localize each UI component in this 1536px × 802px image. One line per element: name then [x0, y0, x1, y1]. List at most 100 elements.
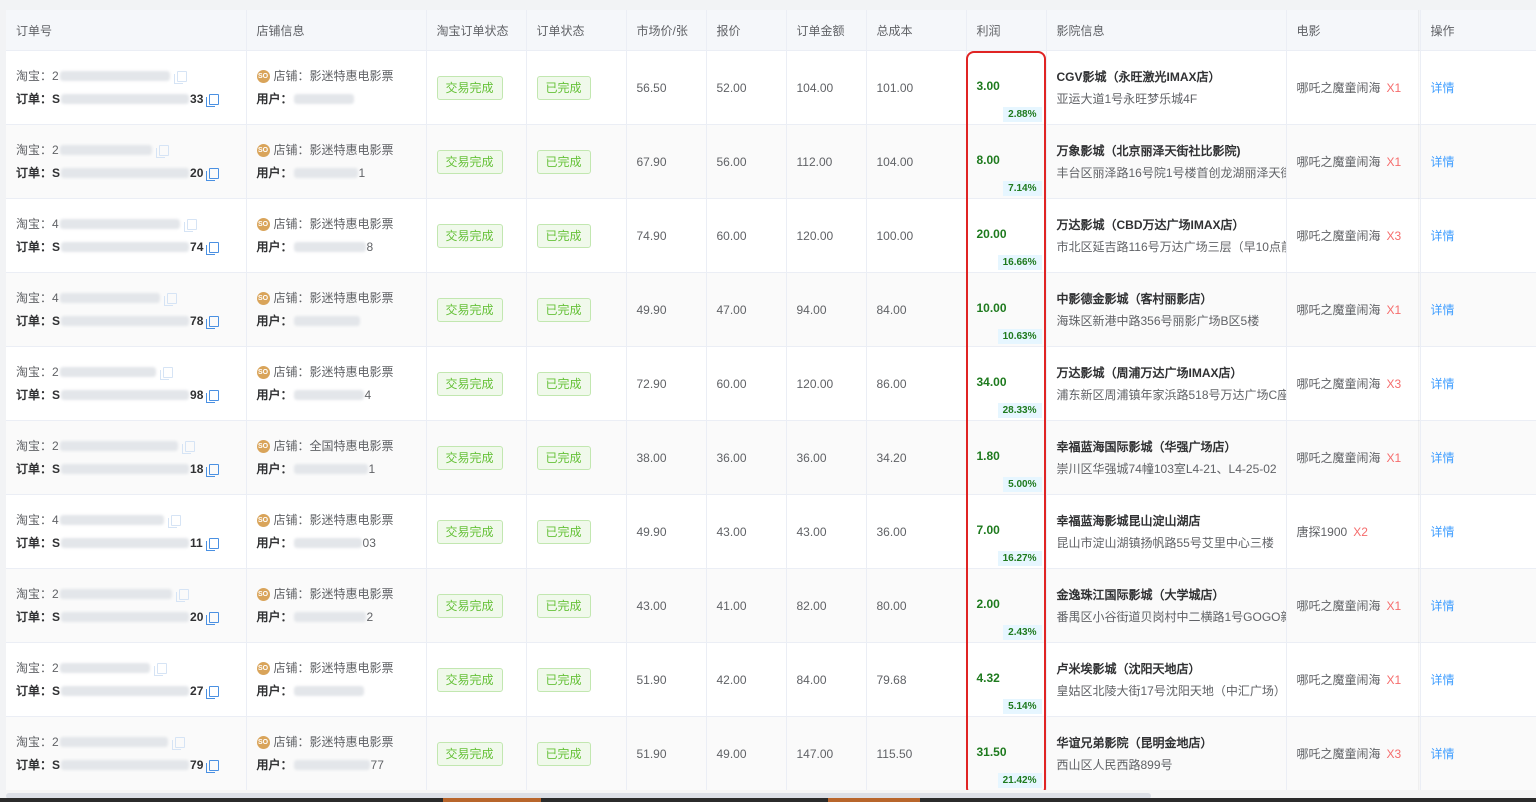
copy-icon[interactable] — [155, 144, 169, 158]
movie-cell: 哪吒之魔童闹海 X3 — [1286, 198, 1421, 273]
profit-cell: 7.00 16.27% — [966, 494, 1047, 569]
copy-icon[interactable] — [206, 315, 220, 329]
detail-link[interactable]: 详情 — [1431, 377, 1455, 391]
copy-icon[interactable] — [159, 366, 173, 380]
order-number-cell: 淘宝： 2 订单： S 79 — [6, 716, 247, 790]
detail-link[interactable]: 详情 — [1431, 451, 1455, 465]
detail-link[interactable]: 详情 — [1431, 303, 1455, 317]
order-id-tail: 98 — [190, 387, 204, 402]
order-number-cell: 淘宝： 4 订单： S 78 — [6, 272, 247, 347]
order-amount-cell: 84.00 — [786, 642, 867, 717]
copy-icon[interactable] — [206, 685, 220, 699]
cinema-address: 浦东新区周浦镇年家浜路518号万达广场C座 — [1056, 387, 1286, 402]
redacted-value — [59, 515, 164, 525]
user-id-tail: 4 — [364, 387, 372, 402]
shop-label: 店铺： — [273, 290, 310, 305]
detail-link[interactable]: 详情 — [1431, 229, 1455, 243]
copy-icon[interactable] — [206, 463, 220, 477]
profit-value: 4.32 — [976, 671, 1000, 685]
order-id-prefix: S — [52, 535, 61, 550]
cinema-name: 卢米埃影城（沈阳天地店） — [1056, 661, 1201, 676]
redacted-value — [61, 760, 190, 770]
profit-value: 31.50 — [976, 745, 1007, 759]
taobao-status-cell: 交易完成 — [426, 346, 527, 421]
movie-cell: 哪吒之魔童闹海 X3 — [1286, 346, 1421, 421]
detail-link[interactable]: 详情 — [1431, 525, 1455, 539]
quote-cell: 47.00 — [706, 272, 787, 347]
copy-icon[interactable] — [205, 537, 219, 551]
copy-icon[interactable] — [183, 218, 197, 232]
order-status-cell: 已完成 — [526, 420, 627, 495]
ticket-quantity: X1 — [1386, 81, 1402, 95]
order-id-tail: 33 — [190, 91, 204, 106]
taobao-label: 淘宝： — [16, 364, 53, 379]
detail-link[interactable]: 详情 — [1431, 599, 1455, 613]
detail-link[interactable]: 详情 — [1431, 81, 1455, 95]
order-status-cell: 已完成 — [526, 50, 627, 125]
user-label: 用户： — [256, 239, 293, 254]
copy-icon[interactable] — [181, 440, 195, 454]
cinema-info-cell: 华谊兄弟影院（昆明金地店） 西山区人民西路899号 — [1046, 716, 1287, 790]
redacted-value — [293, 94, 354, 104]
taskbar-strip — [0, 798, 1536, 802]
order-status-cell: 已完成 — [526, 642, 627, 717]
copy-icon[interactable] — [167, 514, 181, 528]
copy-icon[interactable] — [153, 662, 167, 676]
orders-table: 订单号 店铺信息 淘宝订单状态 订单状态 市场价/张 报价 订单金额 总成本 利润 影院信息 电影操… — [6, 10, 1536, 790]
profit-percent-badge: 7.14% — [1003, 181, 1042, 196]
taobao-id-prefix: 2 — [52, 364, 59, 379]
shop-info-cell: SO 店铺： 影迷特惠电影票 用户： — [246, 272, 427, 347]
copy-icon[interactable] — [206, 167, 220, 181]
status-badge: 交易完成 — [436, 519, 503, 544]
redacted-value — [293, 538, 362, 548]
detail-link[interactable]: 详情 — [1431, 673, 1455, 687]
market-price-cell: 74.90 — [626, 198, 707, 273]
order-number-cell: 淘宝： 2 订单： S 20 — [6, 124, 247, 199]
profit-value: 7.00 — [976, 523, 1000, 537]
copy-icon[interactable] — [206, 93, 220, 107]
table-body: 淘宝： 2 订单： S 33 SO 店铺： 影迷特惠电影票 用户： 交易完成 已完成 56… — [6, 50, 1536, 790]
order-status-cell: 已完成 — [526, 494, 627, 569]
user-label: 用户： — [256, 535, 293, 550]
order-status-cell: 已完成 — [526, 272, 627, 347]
movie-title: 哪吒之魔童闹海 — [1296, 747, 1381, 761]
movie-cell: 哪吒之魔童闹海 X1 — [1286, 50, 1421, 125]
redacted-value — [293, 168, 358, 178]
cinema-address: 海珠区新港中路356号丽影广场B区5楼 — [1056, 313, 1260, 328]
column-header: 订单号 — [6, 10, 247, 51]
order-label: 订单： — [16, 91, 53, 106]
order-id-tail: 18 — [190, 461, 204, 476]
shop-name: 影迷特惠电影票 — [309, 142, 394, 157]
taobao-id-prefix: 2 — [52, 734, 59, 749]
order-number-cell: 淘宝： 4 订单： S 11 — [6, 494, 247, 569]
shop-label: 店铺： — [273, 142, 310, 157]
profit-percent-badge: 5.14% — [1003, 699, 1042, 714]
detail-link[interactable]: 详情 — [1431, 747, 1455, 761]
profit-cell: 10.00 10.63% — [966, 272, 1047, 347]
copy-icon[interactable] — [206, 389, 220, 403]
user-id-tail: 03 — [362, 535, 376, 550]
redacted-value — [61, 538, 190, 548]
copy-icon[interactable] — [163, 292, 177, 306]
status-badge: 已完成 — [536, 149, 591, 174]
movie-cell: 哪吒之魔童闹海 X1 — [1286, 568, 1421, 643]
order-label: 订单： — [16, 461, 53, 476]
cinema-info-cell: 幸福蓝海影城昆山淀山湖店 昆山市淀山湖镇扬帆路55号艾里中心三楼 — [1046, 494, 1287, 569]
redacted-value — [61, 316, 190, 326]
market-price-cell: 72.90 — [626, 346, 707, 421]
detail-link[interactable]: 详情 — [1431, 155, 1455, 169]
table-row: 淘宝： 2 订单： S 33 SO 店铺： 影迷特惠电影票 用户： 交易完成 已完成 56… — [6, 50, 1536, 125]
copy-icon[interactable] — [206, 611, 220, 625]
copy-icon[interactable] — [173, 70, 187, 84]
copy-icon[interactable] — [206, 241, 220, 255]
quote-cell: 42.00 — [706, 642, 787, 717]
order-id-tail: 78 — [190, 313, 204, 328]
taobao-status-cell: 交易完成 — [426, 50, 527, 125]
copy-icon[interactable] — [171, 736, 185, 750]
profit-value: 8.00 — [976, 153, 1000, 167]
copy-icon[interactable] — [175, 588, 189, 602]
order-status-cell: 已完成 — [526, 346, 627, 421]
copy-icon[interactable] — [206, 759, 220, 773]
shop-name: 影迷特惠电影票 — [309, 586, 394, 601]
profit-percent-badge: 16.27% — [997, 551, 1042, 566]
